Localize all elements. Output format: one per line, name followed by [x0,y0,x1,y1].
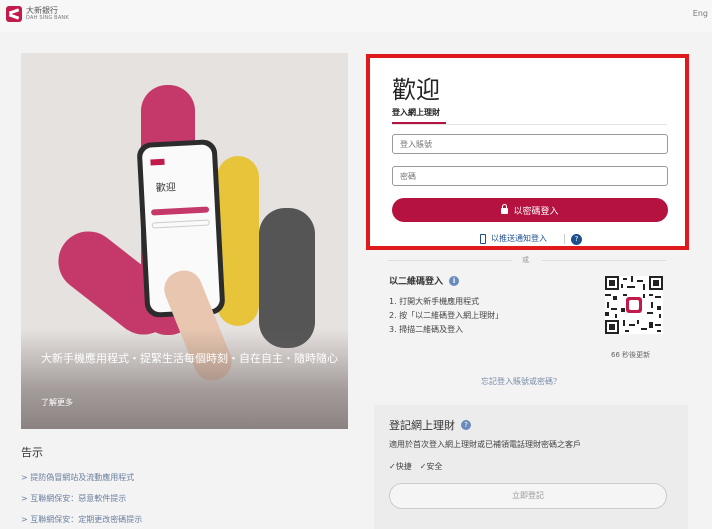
page-title: 歡迎 [392,76,440,104]
password-input[interactable] [392,166,668,186]
language-toggle[interactable]: Eng [693,9,708,18]
qr-step: 2. 按「以二維碼登入網上理財」 [389,311,504,320]
top-header: 大新銀行 DAH SING BANK Eng [0,0,712,32]
password-login-label: 以密碼登入 [513,206,559,217]
register-card: 登記網上理財 ? 適用於首次登入網上理財或已補領電話理財密碼之客戶 ✓快捷 ✓安… [374,405,688,529]
logo-name-en: DAH SING BANK [26,15,69,21]
notice-title: 告示 [21,446,43,459]
notice-link[interactable]: > 互聯網保安：惡意軟件提示 [21,488,142,509]
promo-banner[interactable]: 歡迎 大新手機應用程式・捉緊生活每個時刻・自在自主・隨時隨心 了解更多 [21,53,348,429]
notice-link[interactable]: > 提防偽冒網站及流動應用程式 [21,467,142,488]
qr-code-image [605,276,663,334]
phone-welcome-text: 歡迎 [155,182,177,195]
bank-logo-icon [6,6,22,22]
push-login-label: 以推送通知登入 [491,234,547,243]
register-features: ✓快捷 ✓安全 [389,461,442,472]
account-input[interactable] [392,134,668,154]
forgot-credentials-link[interactable]: 忘記登入賬號或密碼？ [481,376,561,387]
qr-step: 1. 打開大新手機應用程式 [389,297,480,306]
lock-icon [501,204,509,214]
help-icon[interactable]: ? [571,234,582,245]
tab-online-banking-login[interactable]: 登入網上理財 [392,107,440,118]
push-login-link[interactable]: 以推送通知登入 [480,233,547,244]
or-text: 或 [522,256,529,264]
register-info-icon[interactable]: ? [461,420,471,430]
notice-link[interactable]: > 互聯網保安：定期更改密碼提示 [21,509,142,529]
register-title: 登記網上理財 ? [389,417,471,433]
or-divider: 或 [388,255,666,265]
login-panel: 歡迎 登入網上理財 以密碼登入 以推送通知登入 ? [366,54,689,250]
feature-secure: ✓安全 [419,462,443,471]
feature-fast: ✓快捷 [389,462,412,471]
logo-name-cn: 大新銀行 [26,6,58,15]
phone-logo-icon [150,158,165,166]
register-description: 適用於首次登入網上理財或已補領電話理財密碼之客戶 [389,440,581,449]
mobile-phone-icon [480,233,486,244]
qr-step: 3. 掃描二維碼及登入 [389,325,464,334]
register-now-button[interactable]: 立即登記 [389,483,667,509]
learn-more-link[interactable]: 了解更多 [41,397,73,408]
qr-steps: 1. 打開大新手機應用程式 2. 按「以二維碼登入網上理財」 3. 掃描二維碼及… [389,295,503,337]
notice-list: > 提防偽冒網站及流動應用程式 > 互聯網保安：惡意軟件提示 > 互聯網保安：定… [21,467,142,529]
promo-caption: 大新手機應用程式・捉緊生活每個時刻・自在自主・隨時隨心 [41,352,338,365]
bank-logo[interactable]: 大新銀行 DAH SING BANK [6,6,69,22]
qr-info-icon[interactable]: i [449,275,460,286]
password-login-button[interactable]: 以密碼登入 [392,198,668,222]
qr-refresh-timer: 66 秒後更新 [611,351,651,359]
qr-login-title: 以二維碼登入 i [389,274,460,287]
promo-shape-grey [259,208,315,348]
